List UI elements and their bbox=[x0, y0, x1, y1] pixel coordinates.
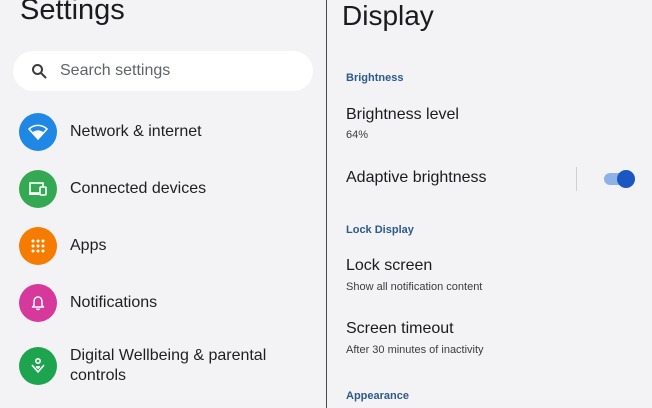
bell-icon bbox=[19, 284, 57, 322]
pref-title: Screen timeout bbox=[346, 320, 454, 337]
apps-grid-icon bbox=[19, 227, 57, 265]
menu-item-label: Digital Wellbeing & parental controls bbox=[70, 347, 267, 384]
pref-summary: After 30 minutes of inactivity bbox=[346, 344, 484, 356]
menu-item-label: Apps bbox=[70, 237, 107, 254]
display-title: Display bbox=[342, 0, 434, 31]
settings-app: Settings Search settings Network & inter… bbox=[0, 0, 652, 408]
menu-item-apps[interactable]: Apps bbox=[19, 227, 319, 265]
pref-summary: 64% bbox=[346, 129, 369, 141]
search-icon bbox=[30, 62, 48, 80]
devices-icon bbox=[19, 170, 57, 208]
menu-item-label: Connected devices bbox=[70, 180, 207, 197]
display-pane: Display Brightness Brightness level 64% … bbox=[327, 0, 652, 408]
menu-item-notifications[interactable]: Notifications bbox=[19, 284, 319, 322]
wifi-icon bbox=[19, 113, 57, 151]
menu-item-connected-devices[interactable]: Connected devices bbox=[19, 170, 319, 208]
search-input[interactable]: Search settings bbox=[60, 62, 170, 80]
pref-title: Lock screen bbox=[346, 257, 433, 274]
menu-item-digital-wellbeing[interactable]: Digital Wellbeing & parental controls bbox=[19, 346, 289, 386]
menu-item-label: Network & internet bbox=[70, 123, 202, 140]
section-header-brightness: Brightness bbox=[346, 72, 404, 84]
wellbeing-icon bbox=[19, 347, 57, 385]
pref-title: Brightness level bbox=[346, 106, 459, 123]
adaptive-brightness-toggle[interactable] bbox=[604, 170, 635, 188]
pref-title: Adaptive brightness bbox=[346, 169, 487, 186]
pref-summary: Show all notification content bbox=[346, 281, 483, 293]
search-bar[interactable]: Search settings bbox=[13, 51, 313, 91]
settings-pane: Settings Search settings Network & inter… bbox=[0, 0, 326, 408]
menu-item-network[interactable]: Network & internet bbox=[19, 113, 319, 151]
menu-item-label: Notifications bbox=[70, 294, 158, 311]
section-header-appearance: Appearance bbox=[346, 390, 409, 402]
toggle-thumb bbox=[617, 170, 635, 188]
settings-title: Settings bbox=[20, 0, 125, 26]
toggle-separator bbox=[576, 167, 577, 191]
section-header-lock-display: Lock Display bbox=[346, 224, 414, 236]
